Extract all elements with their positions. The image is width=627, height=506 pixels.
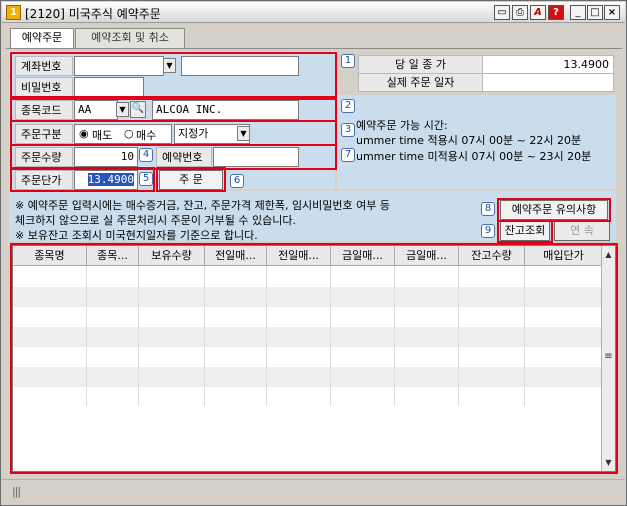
notice-line-1: ※ 예약주문 입력시에는 매수증거금, 잔고, 주문가격 제한폭, 임시비밀번호… <box>15 199 391 212</box>
col-header-name[interactable]: 종목명 <box>13 246 87 266</box>
col-header-today-2[interactable]: 금일매... <box>395 246 459 266</box>
stock-name-field: ALCOA INC. <box>152 100 299 120</box>
minimize-icon[interactable]: _ <box>570 5 586 20</box>
close-icon[interactable]: × <box>604 5 620 20</box>
table-row[interactable] <box>13 367 602 387</box>
order-type-radio-group: ◉ 매도 ○ 매수 <box>74 124 172 144</box>
table-row[interactable] <box>13 307 602 327</box>
password-input[interactable] <box>74 77 144 97</box>
col-header-prev-2[interactable]: 전일매... <box>267 246 331 266</box>
quantity-label: 주문수량 <box>15 147 73 167</box>
table-row[interactable] <box>13 327 602 347</box>
table-row[interactable] <box>13 287 602 307</box>
badge-5: 5 <box>139 172 153 186</box>
col-header-today-1[interactable]: 금일매... <box>331 246 395 266</box>
tab-reserve-inquiry[interactable]: 예약조회 및 취소 <box>75 28 185 48</box>
account-name-field <box>181 56 299 76</box>
window-list-icon[interactable]: ▭ <box>494 5 510 20</box>
main-window: 1 [2120] 미국주식 예약주문 ▭ ⎙ A ? _ □ × 예약주문 예약… <box>0 0 627 506</box>
acrobat-icon[interactable]: A <box>530 5 546 20</box>
order-date-label: 실제 주문 일자 <box>359 74 483 91</box>
grip-icon: ||| <box>12 485 21 498</box>
summer-time-off-text: ummer time 미적용시 07시 00분 ~ 23시 20분 <box>356 150 592 163</box>
account-dropdown-icon[interactable]: ▼ <box>163 58 176 73</box>
badge-9: 9 <box>481 224 495 238</box>
badge-4: 4 <box>139 148 153 162</box>
table-row[interactable] <box>13 387 602 407</box>
summer-time-on-text: ummer time 적용시 07시 00분 ~ 22시 20분 <box>356 134 582 147</box>
sell-radio[interactable]: ◉ <box>79 127 89 140</box>
maximize-icon[interactable]: □ <box>587 5 603 20</box>
account-input[interactable] <box>74 56 164 76</box>
tab-reserve-order[interactable]: 예약주문 <box>10 28 74 48</box>
buy-radio[interactable]: ○ <box>124 127 134 140</box>
badge-2: 2 <box>341 99 355 113</box>
search-icon[interactable]: 🔍 <box>130 101 146 118</box>
app-icon: 1 <box>6 5 21 20</box>
price-type-dropdown-icon[interactable]: ▼ <box>237 126 250 141</box>
window-title: [2120] 미국주식 예약주문 <box>25 7 161 21</box>
badge-1: 1 <box>341 54 355 68</box>
help-icon[interactable]: ? <box>548 5 564 20</box>
prev-close-label: 당 일 종 가 <box>359 56 483 73</box>
scroll-down-icon[interactable]: ▼ <box>602 456 615 470</box>
price-input[interactable]: 13.4900 <box>74 170 138 190</box>
caution-button[interactable]: 예약주문 유의사항 <box>500 200 608 220</box>
badge-8: 8 <box>481 202 495 216</box>
buy-radio-label: 매수 <box>136 129 157 142</box>
title-bar: 1 [2120] 미국주식 예약주문 ▭ ⎙ A ? _ □ × <box>2 2 625 23</box>
stock-code-label: 종목코드 <box>15 100 73 120</box>
badge-7: 7 <box>341 148 355 162</box>
scroll-thumb-grip-icon[interactable]: ≡ <box>602 350 615 364</box>
col-header-prev-1[interactable]: 전일매... <box>205 246 267 266</box>
status-bar: ||| <box>2 479 625 503</box>
notice-line-2: 체크하지 않으므로 실 주문처리시 주문이 거부될 수 있습니다. <box>15 214 296 227</box>
balance-grid: 종목명 종목... 보유수량 전일매... 전일매... 금일매... 금일매.… <box>12 245 616 472</box>
quantity-input[interactable]: 10 <box>74 147 138 167</box>
col-header-avg-price[interactable]: 매입단가 <box>525 246 602 266</box>
table-row[interactable] <box>13 347 602 367</box>
price-value-selected: 13.4900 <box>87 173 134 186</box>
password-label: 비밀번호 <box>15 77 73 97</box>
order-button[interactable]: 주 문 <box>159 170 223 190</box>
hours-title: 예약주문 가능 시간: <box>356 119 448 132</box>
order-date-row: 실제 주문 일자 <box>358 73 614 92</box>
reserve-no-field <box>213 147 299 167</box>
badge-6: 6 <box>230 174 244 188</box>
scroll-up-icon[interactable]: ▲ <box>602 248 615 262</box>
col-header-code[interactable]: 종목... <box>87 246 139 266</box>
col-header-balance-qty[interactable]: 잔고수량 <box>459 246 525 266</box>
grid-header: 종목명 종목... 보유수량 전일매... 전일매... 금일매... 금일매.… <box>13 246 602 266</box>
notice-line-3: ※ 보유잔고 조회시 미국현지일자를 기준으로 합니다. <box>15 229 258 242</box>
account-label: 계좌번호 <box>15 56 73 76</box>
price-label: 주문단가 <box>15 170 73 190</box>
table-row[interactable] <box>13 267 602 287</box>
prev-close-row: 당 일 종 가 13.4900 <box>358 55 614 74</box>
grid-vertical-scrollbar[interactable]: ▲ ≡ ▼ <box>601 246 615 471</box>
stock-code-input[interactable]: AA <box>74 100 118 120</box>
prev-close-value: 13.4900 <box>563 58 610 71</box>
sell-radio-label: 매도 <box>92 129 113 142</box>
order-type-label: 주문구분 <box>15 124 73 144</box>
continue-button[interactable]: 연 속 <box>554 221 610 241</box>
stock-code-dropdown-icon[interactable]: ▼ <box>116 102 129 117</box>
balance-inquiry-button[interactable]: 잔고조회 <box>500 221 550 241</box>
col-header-holding-qty[interactable]: 보유수량 <box>139 246 205 266</box>
badge-3: 3 <box>341 123 355 137</box>
print-icon[interactable]: ⎙ <box>512 5 528 20</box>
reserve-no-label: 예약번호 <box>156 147 212 167</box>
